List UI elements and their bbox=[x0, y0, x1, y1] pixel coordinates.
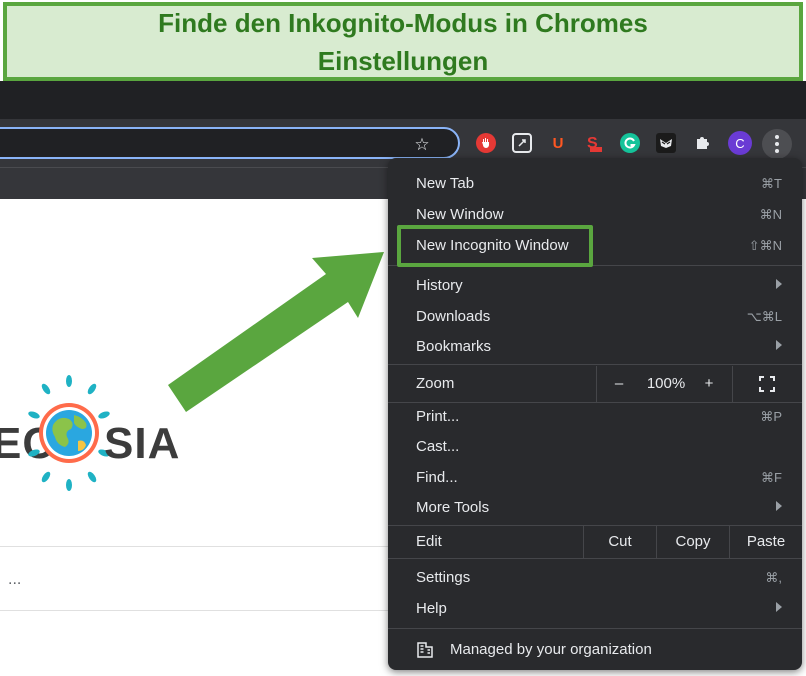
menu-item-label: New Window bbox=[416, 206, 504, 223]
menu-item-label: Find... bbox=[416, 469, 458, 486]
menu-item-bookmarks[interactable]: Bookmarks bbox=[388, 331, 802, 362]
zoom-in-button[interactable]: + bbox=[696, 374, 722, 394]
managed-label: Managed by your organization bbox=[450, 641, 652, 658]
zoom-divider bbox=[732, 366, 733, 402]
bookmark-star-icon[interactable]: ☆ bbox=[412, 135, 432, 155]
menu-item-find[interactable]: Find... ⌘F bbox=[388, 462, 802, 493]
seo-icon[interactable]: S bbox=[584, 133, 604, 153]
content-divider bbox=[0, 546, 400, 547]
content-divider bbox=[0, 610, 400, 611]
cut-button[interactable]: Cut bbox=[584, 533, 656, 550]
menu-item-shortcut: ⌘T bbox=[761, 176, 782, 191]
banner-title: Finde den Inkognito-Modus in Chromes Ein… bbox=[158, 7, 648, 76]
menu-item-label: History bbox=[416, 277, 463, 294]
menu-item-label: Cast... bbox=[416, 438, 460, 455]
tab-icon[interactable] bbox=[512, 133, 532, 153]
copy-button[interactable]: Copy bbox=[657, 533, 729, 550]
menu-item-history[interactable]: History bbox=[388, 270, 802, 301]
edit-label: Edit bbox=[416, 533, 442, 550]
pointer-arrow-icon bbox=[168, 252, 384, 412]
menu-separator bbox=[388, 558, 802, 559]
truncated-text: ... bbox=[8, 571, 22, 588]
menu-item-print[interactable]: Print... ⌘P bbox=[388, 401, 802, 432]
incognito-highlight-box bbox=[397, 225, 593, 267]
zoom-label: Zoom bbox=[416, 375, 455, 392]
menu-item-label: Downloads bbox=[416, 308, 491, 325]
address-bar[interactable]: ☆ bbox=[0, 127, 460, 159]
menu-item-more-tools[interactable]: More Tools bbox=[388, 492, 802, 523]
grammarly-icon[interactable] bbox=[620, 133, 640, 153]
building-icon bbox=[417, 642, 433, 658]
menu-row-zoom: Zoom – 100% + bbox=[388, 366, 802, 402]
fullscreen-button[interactable] bbox=[758, 375, 776, 397]
menu-row-edit: Edit Cut Copy Paste bbox=[388, 526, 802, 558]
menu-item-label: Help bbox=[416, 600, 447, 617]
kebab-dot-icon bbox=[775, 135, 779, 139]
profile-avatar[interactable]: C bbox=[728, 131, 752, 155]
submenu-arrow-icon bbox=[776, 340, 782, 350]
zoom-level: 100% bbox=[646, 375, 686, 392]
menu-item-managed[interactable]: Managed by your organization bbox=[388, 634, 802, 666]
menu-item-shortcut: ⌘, bbox=[765, 570, 782, 585]
zoom-out-button[interactable]: – bbox=[602, 374, 636, 394]
menu-item-label: Bookmarks bbox=[416, 338, 492, 355]
menu-item-downloads[interactable]: Downloads ⌥⌘L bbox=[388, 301, 802, 332]
ecosia-globe-icon bbox=[28, 375, 110, 491]
mask-icon[interactable] bbox=[656, 133, 676, 153]
menu-item-shortcut: ⌘N bbox=[759, 207, 782, 222]
menu-item-label: Print... bbox=[416, 408, 460, 425]
menu-separator bbox=[388, 364, 802, 365]
submenu-arrow-icon bbox=[776, 602, 782, 612]
menu-item-shortcut: ⇧⌘N bbox=[748, 238, 782, 253]
tab-strip bbox=[0, 81, 806, 119]
u-icon[interactable]: U bbox=[548, 133, 568, 153]
kebab-dot-icon bbox=[775, 142, 779, 146]
menu-item-cast[interactable]: Cast... bbox=[388, 431, 802, 462]
instruction-banner: Finde den Inkognito-Modus in Chromes Ein… bbox=[3, 2, 803, 81]
menu-item-label: More Tools bbox=[416, 499, 490, 516]
puzzle-icon[interactable] bbox=[692, 133, 712, 153]
submenu-arrow-icon bbox=[776, 279, 782, 289]
ublock-icon[interactable] bbox=[476, 133, 496, 153]
menu-item-shortcut: ⌘F bbox=[761, 470, 782, 485]
menu-item-label: Settings bbox=[416, 569, 471, 586]
menu-item-settings[interactable]: Settings ⌘, bbox=[388, 562, 802, 593]
logo-text-right: SIA bbox=[104, 419, 181, 468]
menu-item-new-tab[interactable]: New Tab ⌘T bbox=[388, 168, 802, 199]
submenu-arrow-icon bbox=[776, 501, 782, 511]
menu-item-help[interactable]: Help bbox=[388, 593, 802, 624]
menu-separator bbox=[388, 628, 802, 629]
chrome-menu-button[interactable] bbox=[762, 129, 792, 159]
fullscreen-icon bbox=[759, 376, 775, 392]
menu-item-shortcut: ⌘P bbox=[760, 409, 782, 424]
zoom-divider bbox=[596, 366, 597, 402]
menu-item-label: New Tab bbox=[416, 175, 475, 192]
paste-button[interactable]: Paste bbox=[730, 533, 802, 550]
kebab-dot-icon bbox=[775, 149, 779, 153]
menu-item-shortcut: ⌥⌘L bbox=[746, 309, 782, 324]
